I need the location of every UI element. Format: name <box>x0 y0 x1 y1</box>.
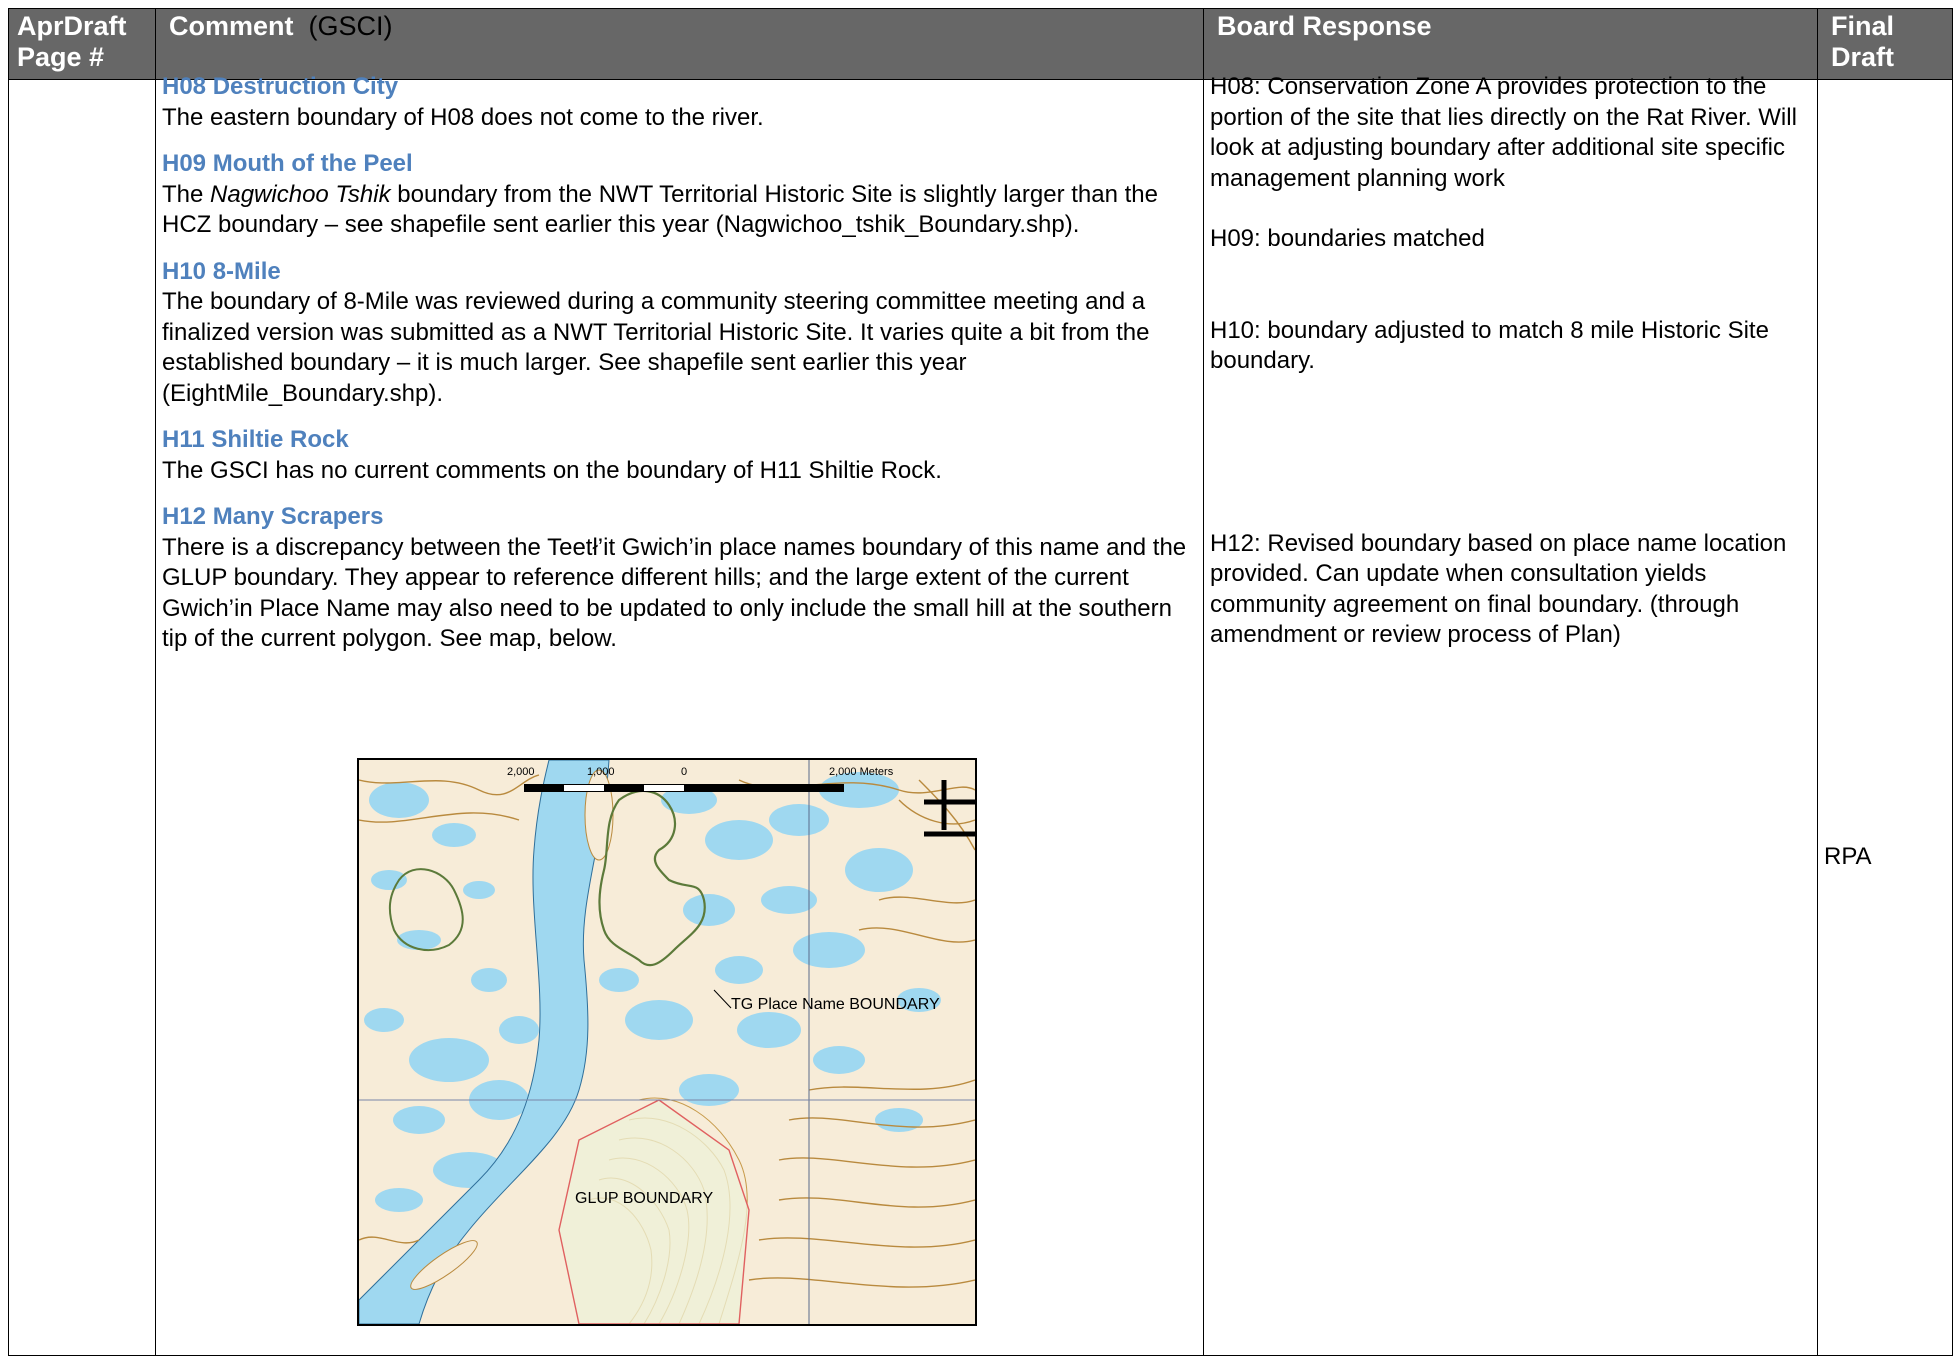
comment-h09: The Nagwichoo Tshik boundary from the NW… <box>162 180 1158 239</box>
board-response-cell: H08: Conservation Zone A provides protec… <box>1210 72 1810 651</box>
scale-label-2000-left: 2,000 <box>507 766 535 778</box>
header-page-number: AprDraft Page # <box>17 11 127 72</box>
response-h09: H09: boundaries matched <box>1210 225 1485 252</box>
topographic-map: 2,000 1,000 0 2,000 Meters TG Place Name… <box>357 758 977 1326</box>
tg-boundary-label: TG Place Name BOUNDARY <box>731 996 940 1013</box>
section-title-h08: H08 Destruction City <box>162 73 399 100</box>
section-title-h10: H10 8-Mile <box>162 257 281 285</box>
table-header-row: AprDraft Page # Comment (GSCI) Board Res… <box>9 9 1952 80</box>
comment-h11: The GSCI has no current comments on the … <box>162 456 942 484</box>
header-comment-source: (GSCI) <box>308 11 393 41</box>
final-draft-value: RPA <box>1824 843 1872 870</box>
site-name-italic: Nagwichoo Tshik <box>210 180 391 208</box>
comment-h10: The boundary of 8-Mile was reviewed duri… <box>162 288 1150 407</box>
header-final-draft: Final Draft <box>1831 11 1895 72</box>
glup-boundary-label: GLUP BOUNDARY <box>575 1190 714 1207</box>
section-title-h09: H09 Mouth of the Peel <box>162 150 413 177</box>
comment-h08: The eastern boundary of H08 does not com… <box>162 103 764 131</box>
comment-h12: There is a discrepancy between the Teetł… <box>162 533 1187 653</box>
header-comment-label: Comment <box>169 11 294 41</box>
section-title-h12: H12 Many Scrapers <box>162 503 384 530</box>
column-divider <box>1203 9 1204 1355</box>
response-h08: H08: Conservation Zone A provides protec… <box>1210 73 1797 192</box>
column-divider <box>155 9 156 1355</box>
scale-label-2000-right: 2,000 Meters <box>829 766 894 778</box>
scale-label-1000: 1,000 <box>587 766 615 778</box>
map-drawing <box>359 760 975 1324</box>
response-h10: H10: boundary adjusted to match 8 mile H… <box>1210 316 1769 375</box>
section-title-h11: H11 Shiltie Rock <box>162 426 349 453</box>
comment-cell: H08 Destruction City The eastern boundar… <box>162 72 1192 655</box>
scale-label-0: 0 <box>681 766 688 778</box>
response-h12: H12: Revised boundary based on place nam… <box>1210 529 1787 649</box>
header-board-response: Board Response <box>1217 11 1432 41</box>
header-comment: Comment (GSCI) <box>161 9 1201 79</box>
final-draft-cell: RPA <box>1824 843 1934 871</box>
column-divider <box>1817 9 1818 1355</box>
